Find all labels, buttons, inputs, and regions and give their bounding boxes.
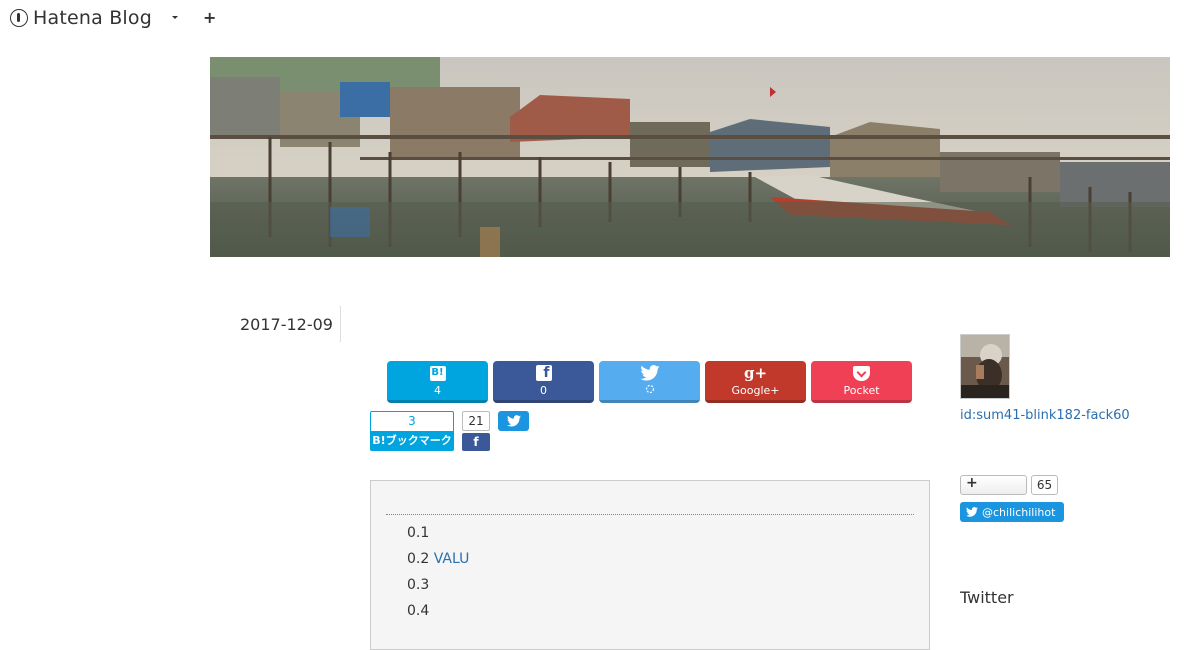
caret-down-icon[interactable]	[172, 16, 178, 19]
facebook-count: 21	[462, 411, 490, 431]
share-buttons: B! 4 f 0 g+ Google+ Pocket	[387, 361, 912, 403]
twitter-handle: @chilichilihot	[982, 505, 1056, 519]
toc-item-number: 0.2	[407, 551, 430, 567]
tweet-button[interactable]	[498, 411, 529, 431]
share-label: Google+	[731, 384, 780, 397]
share-count: 0	[540, 384, 547, 397]
add-button[interactable]: +	[203, 8, 216, 27]
toc-item-number: 0.4	[407, 603, 430, 619]
bookmark-count: 3	[370, 411, 454, 431]
share-count: 4	[434, 384, 441, 397]
toc-item[interactable]: 0.3	[407, 575, 469, 601]
twitter-bird-icon	[966, 507, 978, 517]
toc-item[interactable]: 0.4	[407, 601, 469, 627]
toc-item-link[interactable]: VALU	[434, 551, 470, 567]
facebook-share-counter[interactable]: 21 f	[462, 411, 490, 451]
pocket-share-button[interactable]: Pocket	[811, 361, 912, 403]
table-of-contents: 0.1 0.2 VALU 0.3 0.4	[370, 480, 930, 650]
avatar[interactable]	[960, 334, 1010, 399]
top-bar: Hatena Blog +	[0, 0, 1200, 38]
toc-item-number: 0.1	[407, 525, 430, 541]
twitter-share-button[interactable]	[599, 361, 700, 403]
toc-item-number: 0.3	[407, 577, 430, 593]
sidebar-section-title: Twitter	[960, 588, 1014, 607]
hatena-bookmark-icon: B!	[429, 365, 446, 381]
blog-header-image[interactable]	[210, 57, 1170, 257]
google-plus-share-button[interactable]: g+ Google+	[705, 361, 806, 403]
toc-item[interactable]: 0.1	[407, 523, 469, 549]
toc-divider	[386, 514, 914, 515]
profile-photo	[961, 335, 1009, 398]
toc-list: 0.1 0.2 VALU 0.3 0.4	[407, 523, 469, 627]
hatena-logo-icon	[10, 9, 28, 27]
hatena-bookmark-counter[interactable]: 3 B!ブックマーク	[370, 411, 454, 451]
post-date[interactable]: 2017-12-09	[240, 315, 333, 334]
pocket-icon	[853, 365, 870, 381]
brand-name: Hatena Blog	[33, 7, 152, 29]
twitter-bird-icon	[506, 415, 521, 427]
twitter-bird-icon	[639, 364, 660, 382]
facebook-icon: f	[462, 433, 490, 451]
follow-button[interactable]: +	[960, 475, 1027, 495]
toc-item[interactable]: 0.2 VALU	[407, 549, 469, 575]
facebook-icon: f	[535, 365, 552, 381]
bookmark-label: B!ブックマーク	[370, 431, 454, 451]
google-plus-icon: g+	[743, 364, 768, 382]
date-divider	[340, 306, 341, 342]
plus-icon: +	[966, 475, 978, 491]
user-id-link[interactable]: id:sum41-blink182-fack60	[960, 408, 1130, 423]
follower-count: 65	[1031, 475, 1058, 495]
loading-spinner-icon	[645, 384, 655, 397]
share-label: Pocket	[843, 384, 880, 397]
hatena-blog-logo[interactable]: Hatena Blog	[10, 6, 152, 30]
twitter-follow-button[interactable]: @chilichilihot	[960, 502, 1064, 522]
header-photo	[210, 57, 1170, 257]
hatena-bookmark-share-button[interactable]: B! 4	[387, 361, 488, 403]
facebook-share-button[interactable]: f 0	[493, 361, 594, 403]
